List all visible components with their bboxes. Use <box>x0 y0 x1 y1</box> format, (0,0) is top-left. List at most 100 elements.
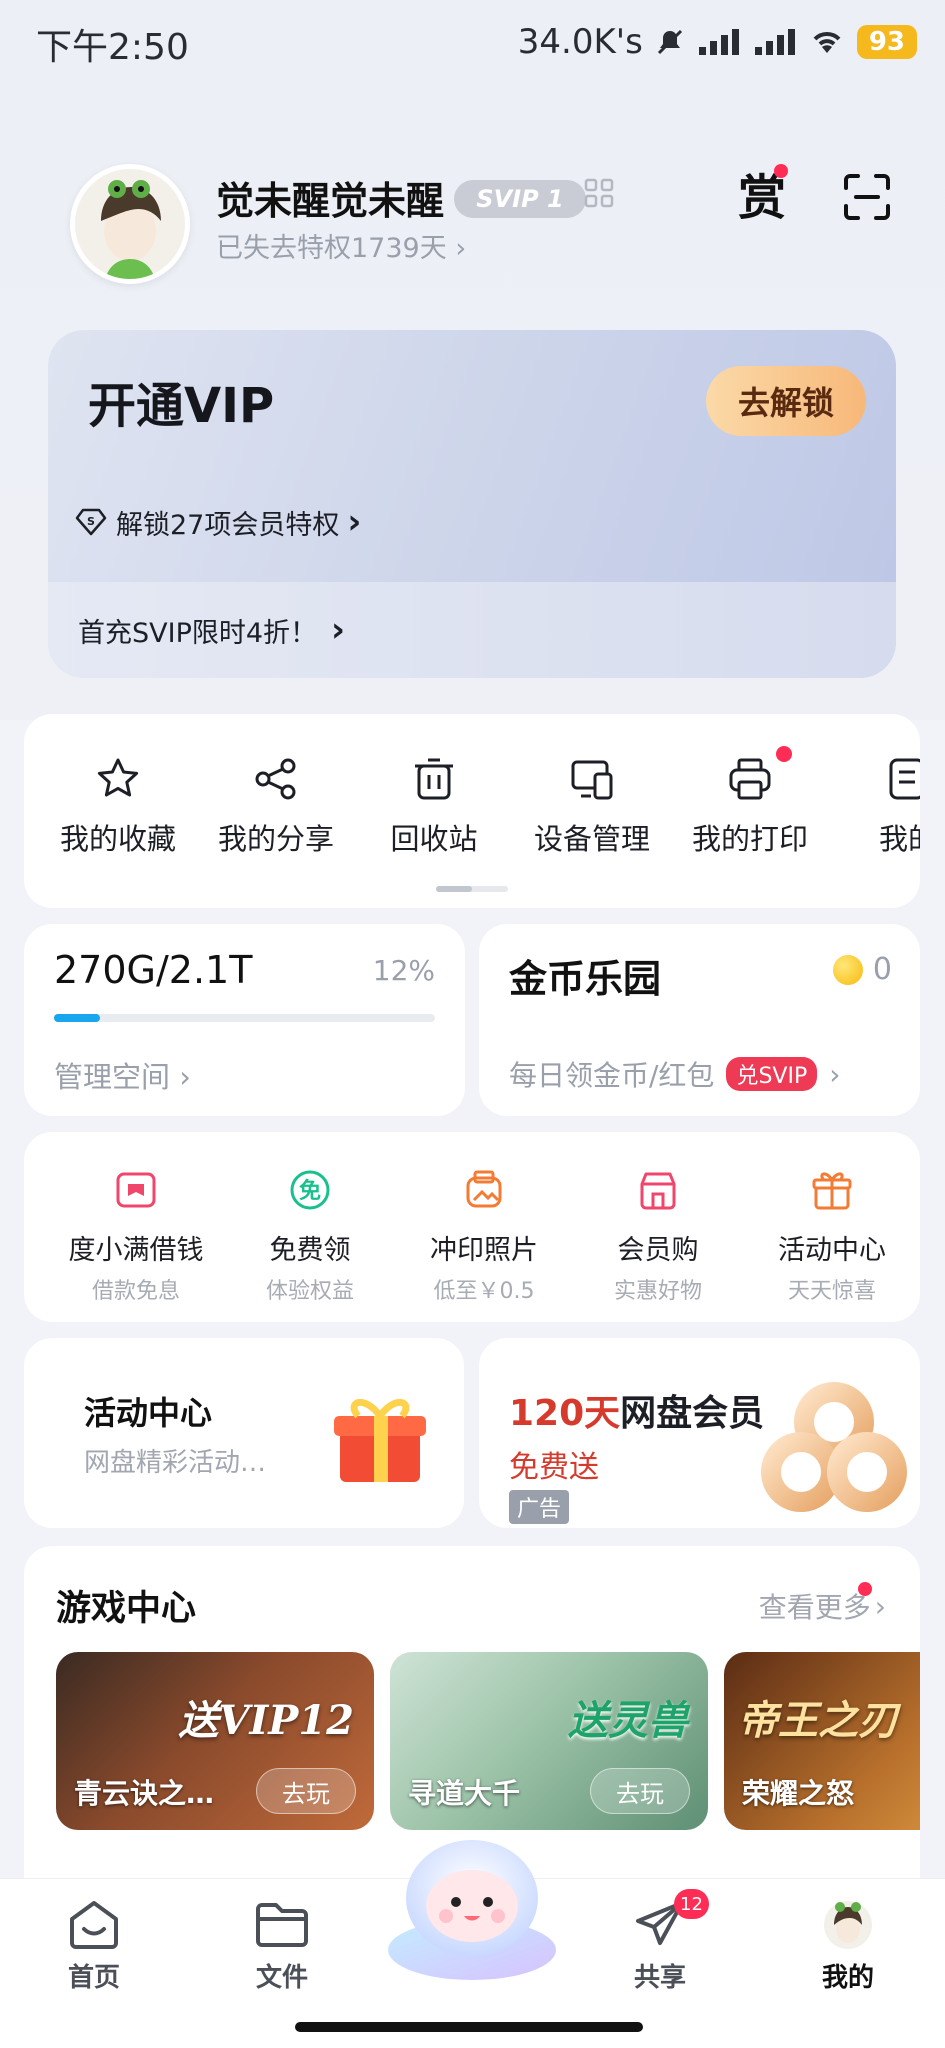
nav-label: 我的 <box>821 1963 874 1993</box>
wallet-icon <box>116 1172 156 1208</box>
game-card[interactable]: 送灵兽 寻道大千 去玩 <box>390 1652 708 1830</box>
mute-icon <box>657 29 682 55</box>
play-button[interactable]: 去玩 <box>590 1768 690 1814</box>
chevron-right-icon: › <box>455 233 467 264</box>
username[interactable]: 觉未醒觉未醒 <box>216 170 444 225</box>
svg-text:免: 免 <box>299 1178 321 1204</box>
game-card[interactable]: 送VIP12 青云诀之… 去玩 <box>56 1652 374 1830</box>
tools-scroll-indicator <box>436 886 508 892</box>
service-photo-print[interactable]: 冲印照片 低至￥0.5 <box>394 1168 574 1305</box>
game-card[interactable]: 帝王之刃 荣耀之怒 <box>724 1652 920 1830</box>
tool-device-manage[interactable]: 设备管理 <box>512 756 672 858</box>
unlock-button[interactable]: 去解锁 <box>706 366 866 436</box>
manage-space-link[interactable]: 管理空间 › <box>54 1054 191 1096</box>
coin-daily-link[interactable]: 每日领金币/红包 兑SVIP › <box>509 1054 840 1094</box>
service-free[interactable]: 免 免费领 体验权益 <box>220 1168 400 1305</box>
service-activity-center[interactable]: 活动中心 天天惊喜 <box>742 1168 922 1305</box>
device-icon <box>571 760 613 800</box>
services-card: 度小满借钱 借款免息 免 免费领 体验权益 冲印照片 低至￥0.5 会员购 实惠… <box>24 1132 920 1322</box>
tool-label: 我的 <box>878 822 920 856</box>
gift-box-icon <box>334 1398 426 1482</box>
share-count-badge: 12 <box>674 1889 709 1919</box>
network-speed: 34.0K's <box>517 22 643 62</box>
service-sub: 实惠好物 <box>613 1279 702 1304</box>
nav-files[interactable]: 文件 <box>222 1899 342 1994</box>
gift-icon <box>812 1172 852 1210</box>
service-member-shop[interactable]: 会员购 实惠好物 <box>568 1168 748 1305</box>
game-art-text: 送灵兽 <box>568 1697 688 1744</box>
coin-balance: 0 <box>832 952 892 987</box>
nav-label: 文件 <box>255 1963 308 1993</box>
svip-level-badge[interactable]: SVIP 1 <box>454 180 586 218</box>
tool-recycle-bin[interactable]: 回收站 <box>354 756 514 858</box>
nav-home[interactable]: 首页 <box>34 1899 154 1994</box>
star-icon <box>97 758 139 797</box>
game-art-text: 送VIP12 <box>178 1697 355 1744</box>
vip-card[interactable]: 开通VIP 去解锁 S 解锁27项会员特权 › 首充SVIP限时4折！ › <box>48 330 896 678</box>
tool-share[interactable]: 我的分享 <box>196 756 356 858</box>
chevron-right-icon: › <box>829 1057 841 1091</box>
ad-card[interactable]: 120天网盘会员 免费送 广告 <box>479 1338 920 1528</box>
tool-label: 我的收藏 <box>59 822 176 856</box>
status-indicators: 34.0K's 93 <box>518 18 917 66</box>
storage-progress-fill <box>54 1014 100 1022</box>
service-label: 度小满借钱 <box>68 1235 204 1266</box>
quick-tools-card: 我的收藏 我的分享 回收站 设备管理 我的打印 我的 <box>24 714 920 908</box>
coin-icon <box>832 954 863 985</box>
tool-print[interactable]: 我的打印 <box>670 746 830 858</box>
service-sub: 借款免息 <box>91 1279 180 1304</box>
qr-code-icon[interactable] <box>584 178 614 208</box>
storage-amount: 270G/2.1T <box>54 948 253 992</box>
nav-label: 首页 <box>67 1963 120 1993</box>
chevron-right-icon: › <box>874 1589 886 1623</box>
status-bar: 下午2:50 34.0K's 93 <box>0 0 945 84</box>
manage-space-text: 管理空间 <box>54 1060 171 1094</box>
avatar[interactable] <box>70 164 190 284</box>
tool-more[interactable]: 我的 <box>828 756 920 858</box>
vip-privileges-text: 解锁27项会员特权 <box>116 509 340 541</box>
ad-label: 广告 <box>509 1490 570 1524</box>
folder-icon <box>256 1903 308 1947</box>
diamond-icon: S <box>75 508 107 536</box>
storage-progress-bar <box>54 1014 435 1022</box>
chevron-right-icon: › <box>179 1060 191 1094</box>
coin-park-card[interactable]: 金币乐园 0 每日领金币/红包 兑SVIP › <box>479 924 920 1116</box>
coin-count: 0 <box>872 952 892 987</box>
nav-share[interactable]: 12 共享 <box>600 1889 720 1994</box>
svip-promo-link[interactable]: 首充SVIP限时4折！ › <box>78 610 345 650</box>
view-more-link[interactable]: 查看更多 › <box>759 1586 886 1626</box>
scan-icon[interactable] <box>842 172 892 222</box>
vip-title: 开通VIP <box>88 378 275 434</box>
notification-dot <box>776 746 792 762</box>
chevron-right-icon: › <box>347 502 362 542</box>
vip-privileges-link[interactable]: S 解锁27项会员特权 › <box>74 502 361 542</box>
battery-level: 93 <box>856 25 917 59</box>
play-button[interactable]: 去玩 <box>256 1768 356 1814</box>
free-icon: 免 <box>290 1170 330 1210</box>
reward-icon-text: 赏 <box>738 170 786 226</box>
storage-card[interactable]: 270G/2.1T 12% 管理空间 › <box>24 924 465 1116</box>
activity-center-card[interactable]: 活动中心 网盘精彩活动… <box>24 1338 464 1528</box>
game-name: 荣耀之怒 <box>742 1777 855 1810</box>
game-name: 青云诀之… <box>74 1777 215 1810</box>
nav-profile[interactable]: 我的 <box>788 1899 908 1994</box>
tool-label: 我的打印 <box>691 822 808 856</box>
tool-label: 回收站 <box>390 822 478 856</box>
coin-subtitle: 每日领金币/红包 <box>509 1059 715 1092</box>
share-icon <box>255 758 296 800</box>
service-sub: 低至￥0.5 <box>433 1279 535 1304</box>
lost-privilege-link[interactable]: 已失去特权1739天 › <box>216 226 466 265</box>
printer-icon <box>729 758 771 800</box>
tool-favorites[interactable]: 我的收藏 <box>38 756 198 858</box>
activity-title: 活动中心 <box>84 1394 213 1432</box>
service-sub: 天天惊喜 <box>787 1279 876 1304</box>
scroll-indicator-thumb <box>436 886 472 892</box>
reward-icon[interactable]: 赏 <box>734 164 804 228</box>
tool-label: 设备管理 <box>533 822 650 856</box>
assistant-mascot-icon[interactable] <box>386 1832 558 1982</box>
svip-promo-text: 首充SVIP限时4折！ <box>78 617 318 649</box>
service-loan[interactable]: 度小满借钱 借款免息 <box>46 1168 226 1305</box>
ad-subtitle: 免费送 <box>509 1450 599 1485</box>
coin-park-title: 金币乐园 <box>509 957 662 1001</box>
signal-icon-2 <box>754 29 795 55</box>
